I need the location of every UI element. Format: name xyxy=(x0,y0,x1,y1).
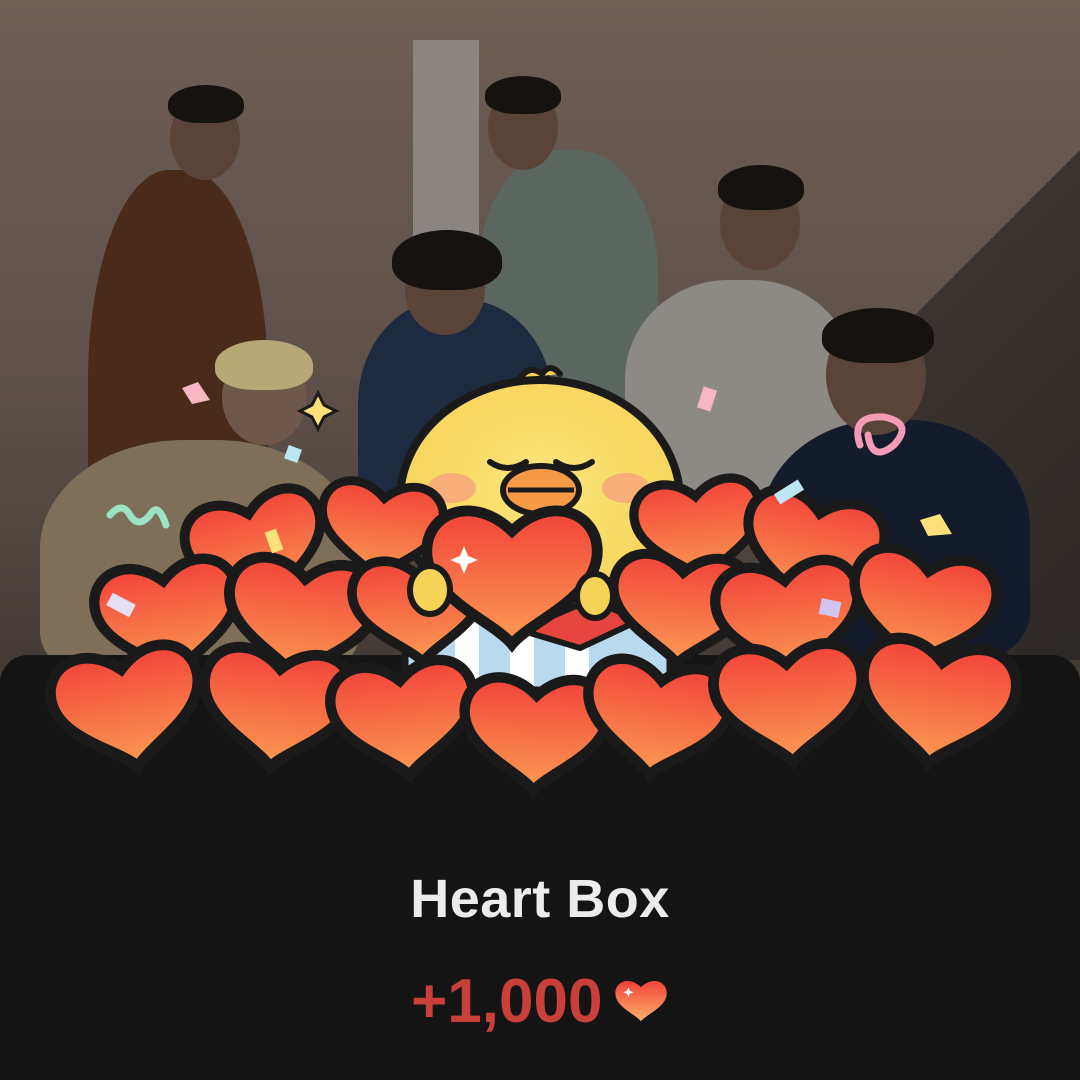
reward-amount: +1,000 xyxy=(411,967,603,1036)
reward-title: Heart Box xyxy=(410,869,670,929)
heart-icon xyxy=(613,973,669,1030)
heart-box-illustration xyxy=(0,360,1080,830)
reward-screen: Heart Box +1,000 xyxy=(0,0,1080,1080)
illustration-svg xyxy=(0,365,1080,830)
reward-amount-row: +1,000 xyxy=(0,966,1080,1037)
photo-window xyxy=(413,40,479,240)
